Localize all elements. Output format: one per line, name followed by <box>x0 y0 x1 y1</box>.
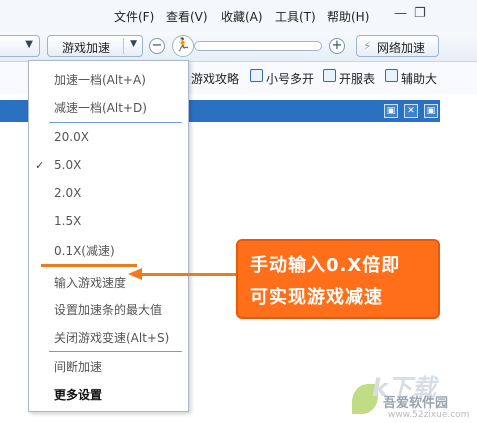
check-icon: ✓ <box>35 159 45 172</box>
menu-bar: 文件(F) 查看(V) 收藏(A) 工具(T) 帮助(H) — ❐ <box>0 0 477 32</box>
speed-dropdown-menu: 加速一档(Alt+A) 减速一档(Alt+D) 20.0X ✓ 5.0X 2.0… <box>28 60 189 412</box>
callout-arrow-line <box>140 273 238 276</box>
menu-item-set-max[interactable]: 设置加速条的最大值 <box>54 301 162 318</box>
chevron-down-icon: ▼ <box>130 39 137 49</box>
increase-speed-button[interactable]: + <box>329 38 345 54</box>
menu-separator <box>49 122 182 123</box>
restore-icon[interactable]: ▣ <box>384 104 398 118</box>
menu-item-intermittent[interactable]: 间断加速 <box>54 358 102 375</box>
callout-text-line-2: 可实现游戏减速 <box>250 287 383 308</box>
left-dropdown-button[interactable]: ▼ <box>0 35 40 57</box>
watermark-url: www.52zixue.com <box>388 410 470 420</box>
runner-icon[interactable]: 🏃 <box>172 35 194 57</box>
link-helper[interactable]: 辅助大 <box>401 70 437 87</box>
helper-icon <box>385 69 398 82</box>
speed-mode-combo[interactable]: 游戏加速 ▼ <box>47 35 143 57</box>
menu-file[interactable]: 文件(F) <box>114 8 154 25</box>
multi-account-icon <box>250 69 263 82</box>
link-multi-account[interactable]: 小号多开 <box>266 70 314 87</box>
menu-separator <box>49 351 182 352</box>
speed-slider[interactable] <box>194 41 322 51</box>
menu-favorites[interactable]: 收藏(A) <box>221 8 263 25</box>
menu-item-0-1x[interactable]: 0.1X(减速) <box>54 242 115 259</box>
menu-item-1-5x[interactable]: 1.5X <box>54 214 81 228</box>
combo-separator <box>123 38 124 54</box>
highlight-underline <box>41 264 137 267</box>
menu-item-input-speed[interactable]: 输入游戏速度 <box>54 274 126 291</box>
menu-tools[interactable]: 工具(T) <box>275 8 316 25</box>
speed-mode-label: 游戏加速 <box>62 41 111 55</box>
server-list-icon <box>323 69 336 82</box>
lightning-icon: ⚡ <box>363 39 372 53</box>
chevron-down-icon: ▼ <box>25 39 33 50</box>
network-accel-label: 网络加速 <box>377 41 426 55</box>
menu-item-speed-up[interactable]: 加速一档(Alt+A) <box>54 71 146 88</box>
toolbar: ▼ 游戏加速 ▼ − 🏃 + ⚡ 网络加速 <box>0 32 477 62</box>
link-server-list[interactable]: 开服表 <box>339 70 375 87</box>
menu-item-5x[interactable]: 5.0X <box>54 158 81 172</box>
menu-item-disable-speed[interactable]: 关闭游戏变速(Alt+S) <box>54 329 169 346</box>
link-game-guides[interactable]: 游戏攻略 <box>191 70 239 87</box>
menu-help[interactable]: 帮助(H) <box>327 8 369 25</box>
menu-view[interactable]: 查看(V) <box>166 8 208 25</box>
callout-box: 手动输入0.X倍即 可实现游戏减速 <box>236 239 440 319</box>
close-icon[interactable]: ✕ <box>404 104 418 118</box>
network-accel-button[interactable]: ⚡ 网络加速 <box>356 35 439 57</box>
menu-item-slow-down[interactable]: 减速一档(Alt+D) <box>54 99 147 116</box>
menu-item-20x[interactable]: 20.0X <box>54 130 89 144</box>
panel-icon[interactable]: ▣ <box>424 104 438 118</box>
menu-item-2x[interactable]: 2.0X <box>54 186 81 200</box>
maximize-icon[interactable]: ❐ <box>414 6 426 21</box>
decrease-speed-button[interactable]: − <box>149 38 165 54</box>
callout-text-line-1: 手动输入0.X倍即 <box>250 255 401 276</box>
arrow-left-icon <box>128 268 142 280</box>
menu-item-more-settings[interactable]: 更多设置 <box>54 386 102 403</box>
watermark-name: 吾爱软件园 <box>383 396 449 411</box>
minimize-icon[interactable]: — <box>394 6 407 21</box>
